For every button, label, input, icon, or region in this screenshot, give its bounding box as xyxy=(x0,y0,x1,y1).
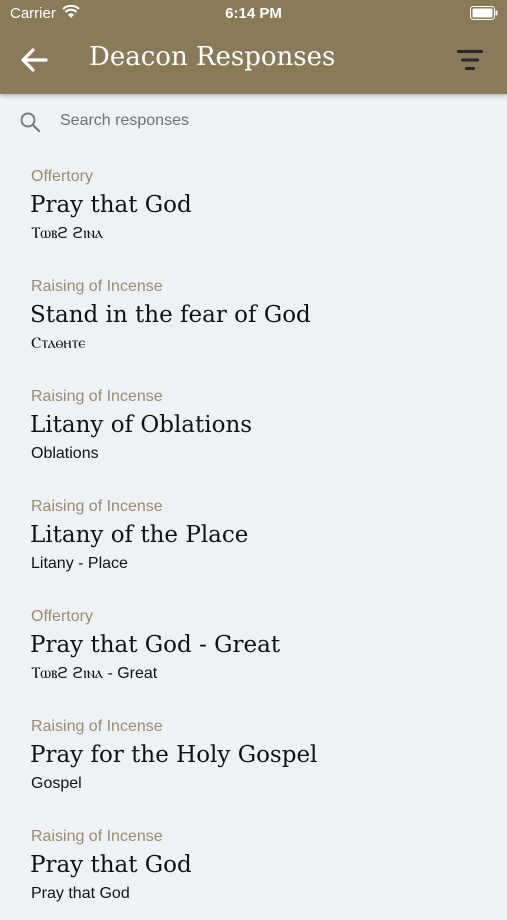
arrow-left-icon xyxy=(21,48,48,72)
filter-icon xyxy=(457,50,483,70)
item-category: Raising of Incense xyxy=(31,388,163,405)
search-input[interactable] xyxy=(58,106,482,136)
item-subtitle: Gospel xyxy=(31,775,82,792)
search-bar xyxy=(0,94,507,150)
item-title: Litany of the Place xyxy=(30,522,249,548)
item-subtitle: Oblations xyxy=(31,445,99,462)
status-time: 6:14 PM xyxy=(225,5,282,22)
battery-icon xyxy=(470,6,498,20)
item-title: Pray that God xyxy=(30,192,192,218)
item-subtitle: Pray that God xyxy=(31,885,130,902)
item-title: Litany of Oblations xyxy=(30,412,253,438)
item-category: Raising of Incense xyxy=(31,498,163,515)
item-subtitle: Ⲥⲧⲁⲑⲏⲧⲉ xyxy=(31,335,86,352)
item-subtitle: Litany - Place xyxy=(31,555,128,572)
list-item[interactable]: Offertory Pray that God Ⲧⲱⲃϩ ϩⲓⲛⲁ xyxy=(0,150,507,260)
list-item[interactable]: Raising of Incense Stand in the fear of … xyxy=(0,260,507,370)
page-title: Deacon Responses xyxy=(89,42,336,72)
item-title: Pray for the Holy Gospel xyxy=(30,742,318,768)
list-item[interactable]: Raising of Incense Pray that God Pray th… xyxy=(0,810,507,920)
item-category: Offertory xyxy=(31,608,93,625)
filter-button[interactable] xyxy=(454,46,486,74)
search-icon xyxy=(20,112,41,133)
item-subtitle: Ⲧⲱⲃϩ ϩⲓⲛⲁ xyxy=(31,225,103,242)
item-subtitle: Ⲧⲱⲃϩ ϩⲓⲛⲁ - Great xyxy=(31,665,158,682)
item-category: Raising of Incense xyxy=(31,278,163,295)
list-item[interactable]: Raising of Incense Pray for the Holy Gos… xyxy=(0,700,507,810)
status-bar: Carrier 6:14 PM xyxy=(0,0,507,28)
list-item[interactable]: Raising of Incense Litany of Oblations O… xyxy=(0,370,507,480)
back-button[interactable] xyxy=(18,44,52,76)
item-title: Pray that God - Great xyxy=(30,632,281,658)
item-title: Pray that God xyxy=(30,852,192,878)
item-category: Raising of Incense xyxy=(31,828,163,845)
responses-list: Offertory Pray that God Ⲧⲱⲃϩ ϩⲓⲛⲁ Raisin… xyxy=(0,150,507,920)
item-category: Raising of Incense xyxy=(31,718,163,735)
list-item[interactable]: Offertory Pray that God - Great Ⲧⲱⲃϩ ϩⲓⲛ… xyxy=(0,590,507,700)
list-item[interactable]: Raising of Incense Litany of the Place L… xyxy=(0,480,507,590)
app-header: Carrier 6:14 PM Deacon Responses xyxy=(0,0,507,94)
item-title: Stand in the fear of God xyxy=(30,302,311,328)
item-category: Offertory xyxy=(31,168,93,185)
